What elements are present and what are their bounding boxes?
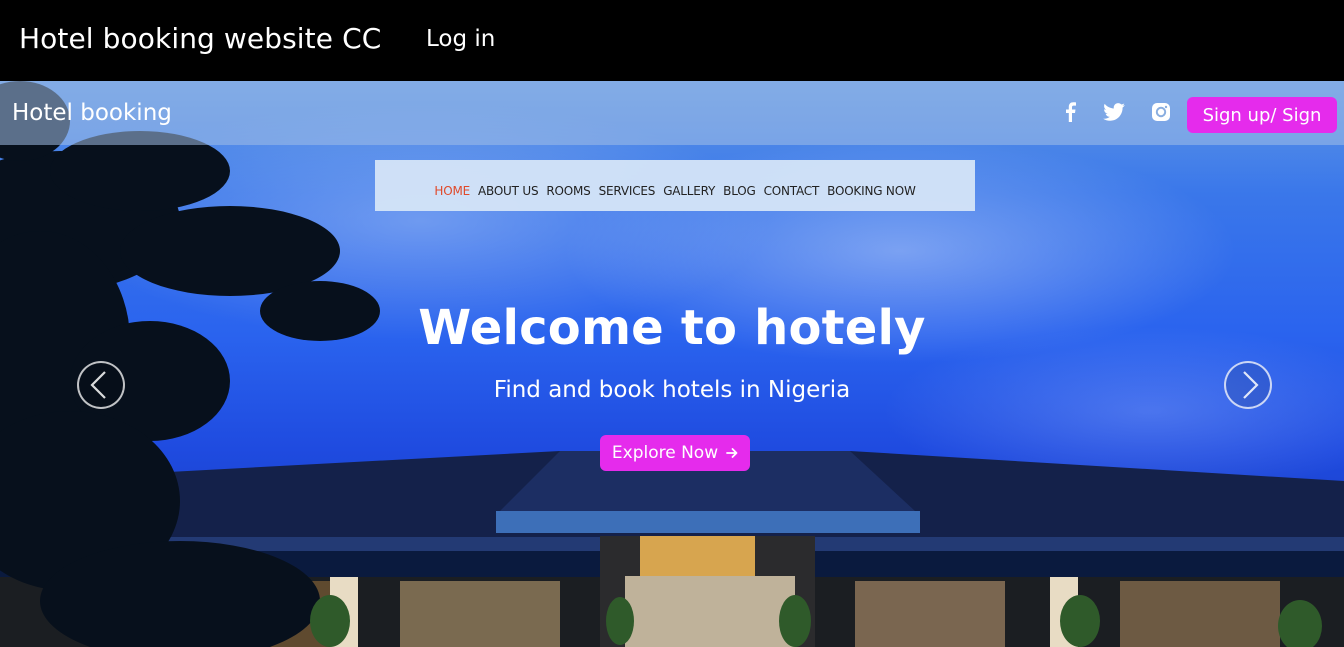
menu-item-gallery[interactable]: GALLERY: [663, 174, 715, 198]
menu-item-contact[interactable]: CONTACT: [764, 174, 820, 198]
arrow-right-icon: [726, 448, 738, 458]
menu-item-home[interactable]: HOME: [434, 174, 470, 198]
login-link[interactable]: Log in: [426, 26, 495, 52]
twitter-icon[interactable]: [1101, 99, 1127, 125]
top-bar: Hotel booking website CC Log in: [0, 0, 1344, 81]
instagram-icon[interactable]: [1148, 99, 1174, 125]
explore-now-button[interactable]: Explore Now: [600, 435, 750, 471]
carousel-next-button[interactable]: [1224, 361, 1272, 409]
subnav-title: Hotel booking: [12, 100, 172, 126]
explore-now-label: Explore Now: [611, 443, 719, 463]
main-menu: HOME ABOUT US ROOMS SERVICES GALLERY BLO…: [375, 160, 975, 211]
menu-item-rooms[interactable]: ROOMS: [546, 174, 590, 198]
chevron-right-icon: [1243, 371, 1259, 399]
site-brand: Hotel booking website CC: [19, 22, 382, 55]
menu-item-blog[interactable]: BLOG: [723, 174, 756, 198]
menu-item-services[interactable]: SERVICES: [599, 174, 656, 198]
chevron-left-icon: [90, 371, 106, 399]
menu-item-about-us[interactable]: ABOUT US: [478, 174, 539, 198]
secondary-navbar: Hotel booking: [0, 81, 1344, 145]
hero-headline: Welcome to hotely: [418, 300, 926, 356]
facebook-icon[interactable]: [1057, 99, 1083, 125]
menu-item-booking-now[interactable]: BOOKING NOW: [827, 174, 916, 198]
hero-subline: Find and book hotels in Nigeria: [493, 377, 851, 403]
carousel-prev-button[interactable]: [77, 361, 125, 409]
signup-button[interactable]: Sign up/ Sign: [1187, 97, 1337, 133]
